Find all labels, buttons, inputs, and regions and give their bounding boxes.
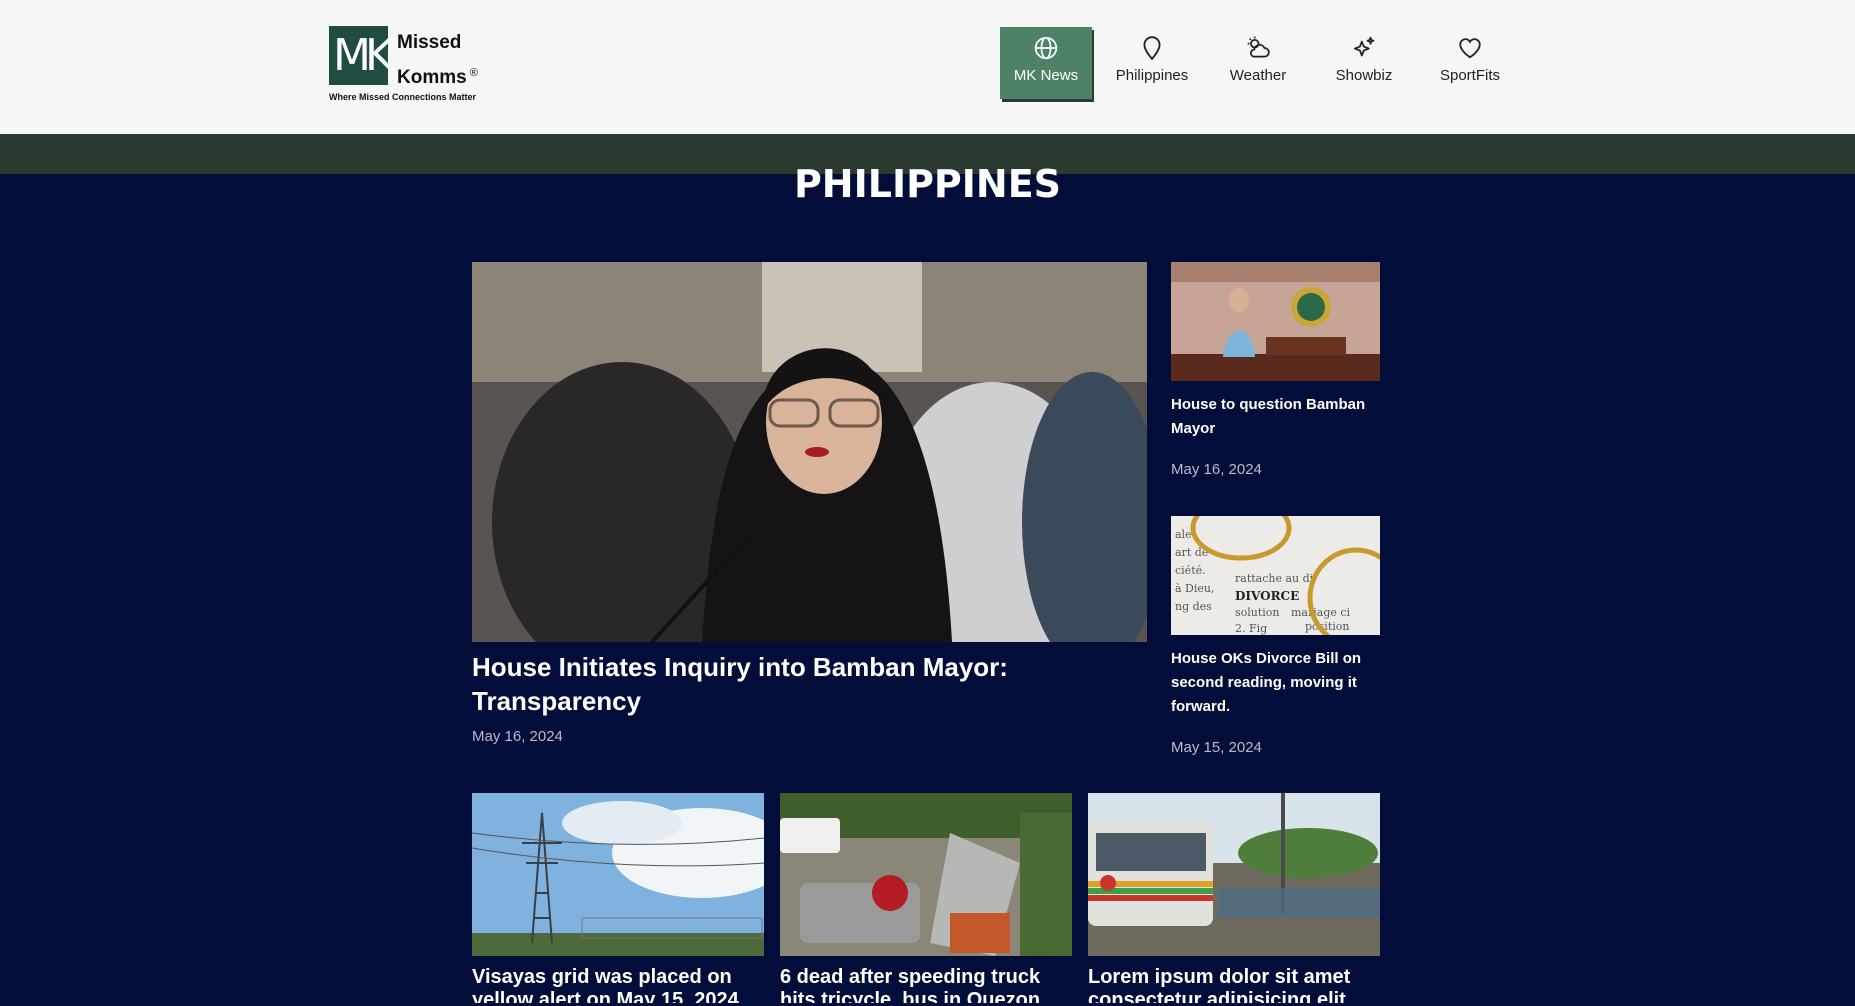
side-article-date: May 16, 2024 (1171, 461, 1262, 478)
sparkles-icon (1353, 36, 1375, 57)
card-photo-crash (780, 793, 1072, 956)
site-header: MK Missed Komms ® Where Missed Connection… (0, 0, 1855, 134)
svg-text:ciété.: ciété. (1175, 564, 1206, 577)
map-pin-icon (1143, 36, 1161, 61)
card-photo-bus (1088, 793, 1380, 956)
card-image[interactable] (1088, 793, 1380, 956)
article-card[interactable]: Lorem ipsum dolor sit amet consectetur a… (1088, 793, 1380, 1006)
svg-text:ng des: ng des (1175, 600, 1212, 613)
card-image[interactable] (780, 793, 1072, 956)
logo-tagline: Where Missed Connections Matter (329, 92, 477, 102)
svg-text:solution: solution (1235, 606, 1280, 619)
nav-item-mk-news[interactable]: MK News (1000, 27, 1092, 99)
featured-photo (472, 262, 1147, 642)
side-article-title[interactable]: House to question Bamban Mayor (1171, 393, 1380, 441)
side-article-image[interactable]: ale art de ciété. à Dieu, ng des rattache a… (1171, 516, 1380, 635)
side-article[interactable]: House to question Bamban Mayor May 16, 2… (1171, 262, 1380, 478)
featured-image[interactable] (472, 262, 1147, 642)
side-photo: aleart deciété. à Dieu,ng des rattache a… (1171, 516, 1380, 635)
nav-label: Weather (1229, 67, 1287, 84)
nav-item-philippines[interactable]: Philippines (1106, 27, 1198, 99)
article-card[interactable]: 6 dead after speeding truck hits tricycl… (780, 793, 1072, 1006)
side-article-date: May 15, 2024 (1171, 739, 1262, 756)
svg-text:DIVORCE: DIVORCE (1235, 589, 1299, 603)
registered-mark: ® (469, 67, 478, 79)
weather-icon (1247, 36, 1270, 58)
card-photo-powerline (472, 793, 764, 956)
nav-label: Showbiz (1335, 67, 1393, 84)
nav-item-weather[interactable]: Weather (1212, 27, 1304, 99)
side-article[interactable]: ale art de ciété. à Dieu, ng des rattache a… (1171, 516, 1380, 756)
featured-title[interactable]: House Initiates Inquiry into Bamban Mayo… (472, 650, 1032, 718)
side-article-image[interactable] (1171, 262, 1380, 381)
side-article-title[interactable]: House OKs Divorce Bill on second reading… (1171, 647, 1380, 719)
featured-date: May 16, 2024 (472, 728, 563, 745)
globe-icon (1034, 36, 1058, 60)
logo-name-line2: Komms (397, 67, 467, 88)
logo-wordmark: Missed Komms ® (397, 28, 478, 93)
nav-label: MK News (1013, 67, 1079, 84)
heart-icon (1459, 38, 1481, 59)
article-card[interactable]: Visayas grid was placed on yellow alert … (472, 793, 764, 1006)
nav-item-showbiz[interactable]: Showbiz (1318, 27, 1410, 99)
svg-text:rattache au di: rattache au di (1235, 572, 1314, 585)
svg-text:à Dieu,: à Dieu, (1175, 582, 1214, 595)
card-title[interactable]: Lorem ipsum dolor sit amet consectetur a… (1088, 966, 1380, 1006)
logo-mark: MK (329, 26, 394, 85)
side-photo (1171, 262, 1380, 381)
card-title[interactable]: 6 dead after speeding truck hits tricycl… (780, 966, 1072, 1006)
nav-label: SportFits (1439, 67, 1500, 84)
logo-name-line1: Missed (397, 32, 462, 53)
svg-text:position: position (1305, 620, 1349, 633)
nav-label: Philippines (1115, 67, 1189, 84)
svg-text:2. Fig: 2. Fig (1235, 622, 1267, 635)
section-title: PHILIPPINES (793, 162, 1062, 204)
svg-text:mariage ci: mariage ci (1291, 606, 1351, 619)
card-title[interactable]: Visayas grid was placed on yellow alert … (472, 966, 764, 1006)
nav-item-sportfits[interactable]: SportFits (1424, 27, 1516, 99)
card-image[interactable] (472, 793, 764, 956)
svg-text:ale: ale (1175, 528, 1192, 541)
